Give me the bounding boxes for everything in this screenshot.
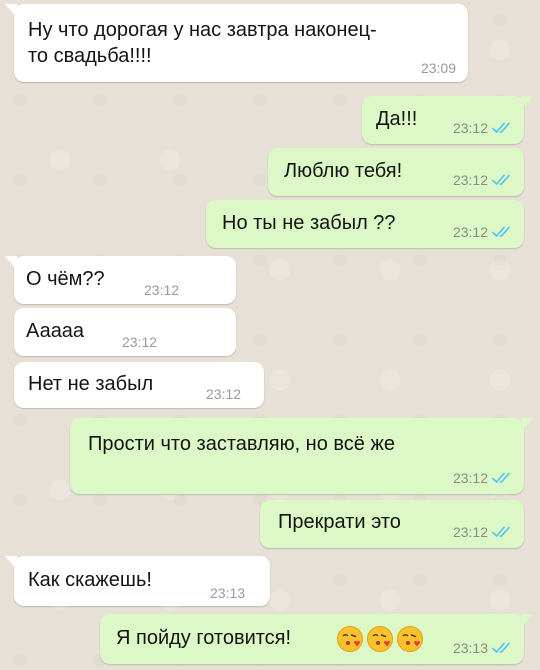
message-text: Как скажешь!	[28, 569, 152, 591]
message-bubble-outgoing[interactable]: Да!!! 23:12	[362, 96, 533, 144]
message-time: 23:12	[452, 470, 488, 486]
read-receipt-icon	[492, 472, 510, 484]
message-time: 23:12	[122, 334, 158, 350]
kissing-face-heart-emoji	[367, 626, 393, 652]
message-time: 23:12	[452, 172, 488, 188]
message-time: 23:13	[210, 585, 246, 601]
message-text: Ааааа	[26, 320, 85, 342]
kissing-face-heart-emoji	[337, 626, 363, 652]
message-bubble-outgoing[interactable]: Люблю тебя! 23:12	[268, 148, 524, 196]
message-bubble-outgoing[interactable]: Но ты не забыл ?? 23:12	[206, 200, 524, 248]
read-receipt-icon	[492, 174, 510, 186]
read-receipt-icon	[492, 642, 510, 654]
message-text: Прости что заставляю, но всё же	[88, 433, 395, 455]
message-bubble-incoming[interactable]: Ааааа 23:12	[14, 308, 236, 356]
message-bubble-outgoing[interactable]: Прости что заставляю, но всё же 23:12	[70, 418, 533, 494]
kissing-face-heart-emoji	[397, 626, 423, 652]
message-text: Я пойду готовится!	[116, 627, 292, 649]
message-text: Ну что дорогая у нас завтра наконец-	[28, 19, 377, 41]
message-bubble-incoming[interactable]: Нет не забыл 23:12	[14, 362, 264, 408]
message-text: Да!!!	[376, 108, 418, 130]
message-text: Но ты не забыл ??	[222, 212, 396, 234]
message-time: 23:12	[144, 282, 180, 298]
message-bubble-outgoing[interactable]: Прекрати это 23:12	[260, 500, 524, 548]
message-bubble-incoming[interactable]: Как скажешь! 23:13	[5, 556, 270, 606]
message-text: Прекрати это	[278, 511, 401, 533]
message-time: 23:12	[206, 386, 242, 402]
read-receipt-icon	[492, 226, 510, 238]
read-receipt-icon	[492, 122, 510, 134]
message-bubble-incoming[interactable]: Ну что дорогая у нас завтра наконец- то …	[5, 4, 468, 82]
message-time: 23:12	[452, 524, 488, 540]
message-bubble-incoming[interactable]: О чём?? 23:12	[5, 256, 236, 304]
read-receipt-icon	[492, 526, 510, 538]
message-text: Нет не забыл	[28, 373, 154, 395]
message-text: Люблю тебя!	[284, 160, 403, 182]
message-time: 23:13	[452, 640, 488, 656]
message-time: 23:09	[420, 60, 456, 76]
message-text: то свадьба!!!!	[28, 45, 152, 67]
message-bubble-outgoing[interactable]: Я пойду готовится! 23:13	[100, 614, 533, 664]
message-time: 23:12	[452, 120, 488, 136]
message-time: 23:12	[452, 224, 488, 240]
message-text: О чём??	[26, 268, 105, 290]
